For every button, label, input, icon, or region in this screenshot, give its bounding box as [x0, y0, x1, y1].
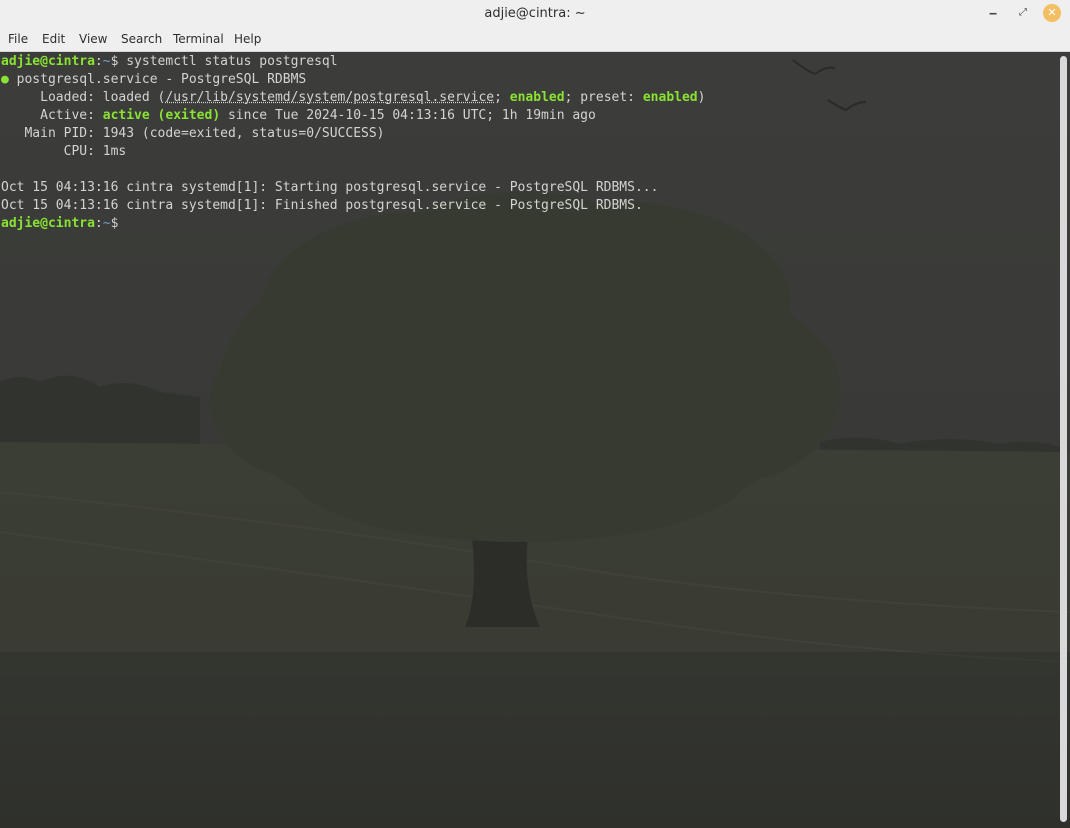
minimize-icon[interactable]: ‒ [983, 3, 1003, 23]
loaded-label: Loaded: [1, 90, 103, 105]
prompt-separator: : [94, 54, 103, 69]
active-label: Active: [1, 108, 103, 123]
maximize-icon[interactable]: ⤢ [1013, 3, 1033, 23]
prompt-user: adjie@cintra [1, 216, 95, 231]
log-line: Oct 15 04:13:16 cintra systemd[1]: Start… [1, 180, 659, 195]
menu-help[interactable]: Help [234, 32, 261, 46]
prompt-line: adjie@cintra:~$ [1, 216, 134, 231]
scrollbar-thumb[interactable] [1060, 56, 1067, 822]
prompt-separator: : [94, 216, 103, 231]
title-bar[interactable]: adjie@cintra: ~ ‒ ⤢ ✕ [0, 0, 1070, 27]
text-cursor [126, 215, 134, 230]
status-bullet: ● [1, 72, 9, 87]
preset-label: ; preset: [564, 90, 643, 105]
prompt-symbol: $ [110, 54, 127, 69]
prompt-user: adjie@cintra [1, 54, 95, 69]
service-line: postgresql.service - PostgreSQL RDBMS [8, 72, 307, 87]
terminal-window: adjie@cintra: ~ ‒ ⤢ ✕ File Edit View Sea… [0, 0, 1070, 828]
loaded-separator: ; [494, 90, 510, 105]
cpu-line: CPU: 1ms [1, 144, 127, 159]
prompt-line: adjie@cintra:~$ systemctl status postgre… [1, 54, 338, 69]
unit-file-path-link[interactable]: /usr/lib/systemd/system/postgresql.servi… [165, 90, 494, 105]
prompt-path: ~ [102, 54, 111, 69]
preset-enabled-status: enabled [642, 90, 698, 105]
main-pid-line: Main PID: 1943 (code=exited, status=0/SU… [1, 126, 385, 141]
menu-terminal[interactable]: Terminal [173, 32, 224, 46]
active-since: since Tue 2024-10-15 04:13:16 UTC; 1h 19… [220, 108, 596, 123]
window-title: adjie@cintra: ~ [484, 6, 586, 21]
prompt-path: ~ [102, 216, 111, 231]
terminal-output: adjie@cintra:~$ systemctl status postgre… [1, 53, 705, 233]
scrollbar[interactable] [1060, 56, 1067, 822]
loaded-prefix: loaded ( [102, 90, 166, 105]
loaded-close: ) [697, 90, 706, 105]
menu-view[interactable]: View [79, 32, 107, 46]
menu-bar: File Edit View Search Terminal Help [0, 27, 1070, 52]
menu-edit[interactable]: Edit [42, 32, 65, 46]
menu-search[interactable]: Search [121, 32, 162, 46]
prompt-symbol: $ [110, 216, 127, 231]
terminal-area[interactable]: adjie@cintra:~$ systemctl status postgre… [0, 52, 1070, 828]
active-status: active (exited) [102, 108, 221, 123]
enabled-status: enabled [509, 90, 565, 105]
close-icon[interactable]: ✕ [1043, 4, 1061, 22]
log-line: Oct 15 04:13:16 cintra systemd[1]: Finis… [1, 198, 643, 213]
command-text: systemctl status postgresql [126, 54, 338, 69]
menu-file[interactable]: File [8, 32, 28, 46]
